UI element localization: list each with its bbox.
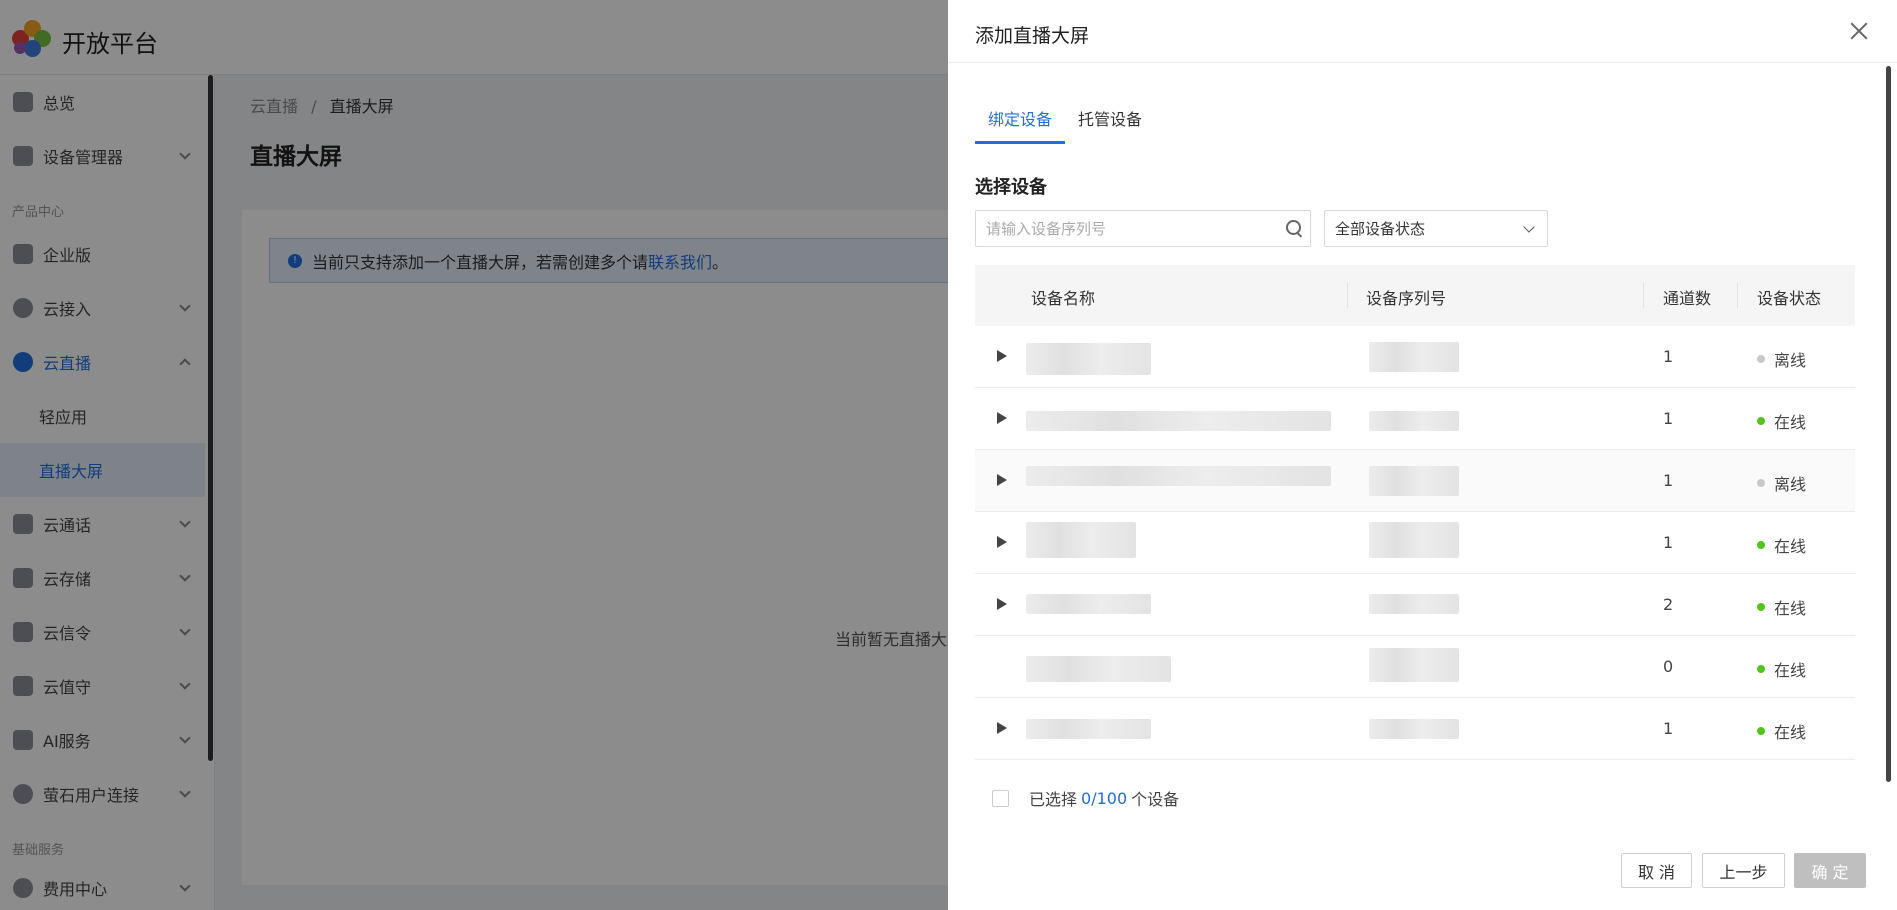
status-text: 在线 [1774,661,1807,680]
expand-arrow-icon[interactable] [997,722,1007,734]
device-status: 离线 [1757,471,1806,495]
confirm-button[interactable]: 确 定 [1794,853,1866,888]
column-divider [1347,283,1348,308]
selection-count: 0/100 [1081,788,1128,808]
table-row[interactable]: 0 在线 [975,636,1855,698]
tab-bound-devices[interactable]: 绑定设备 [975,96,1066,144]
channel-count: 0 [1663,657,1674,676]
device-status: 在线 [1757,719,1806,743]
device-status-selected: 全部设备状态 [1335,220,1426,238]
select-all-checkbox[interactable] [992,789,1009,807]
offline-dot-icon [1757,479,1765,487]
drawer-header: 添加直播大屏 [948,0,1897,63]
device-status: 在线 [1757,657,1806,681]
redacted-device-name [1026,522,1136,558]
online-dot-icon [1757,541,1765,549]
table-row[interactable]: 1 在线 [975,698,1855,760]
device-tabs: 绑定设备 托管设备 [975,96,1155,144]
cancel-button[interactable]: 取 消 [1621,853,1692,888]
channel-count: 1 [1663,409,1674,428]
column-divider [1643,283,1644,308]
selection-summary: 已选择 0/100 个设备 [992,786,1179,810]
section-title: 选择设备 [975,177,1047,198]
chevron-down-icon [1523,221,1535,233]
offline-dot-icon [1757,355,1765,363]
tab-hosted-devices[interactable]: 托管设备 [1065,96,1155,144]
redacted-serial [1369,648,1459,682]
redacted-device-name [1026,466,1331,486]
device-status: 在线 [1757,533,1806,557]
table-row[interactable]: 2 在线 [975,574,1855,636]
serial-search-field [975,210,1311,247]
expand-arrow-icon[interactable] [997,598,1007,610]
column-divider [1737,283,1738,308]
redacted-serial [1369,411,1459,431]
table-row[interactable]: 1 在线 [975,388,1855,450]
online-dot-icon [1757,727,1765,735]
status-text: 在线 [1774,599,1807,618]
redacted-device-name [1026,411,1331,431]
online-dot-icon [1757,665,1765,673]
table-row[interactable]: 1 离线 [975,450,1855,512]
expand-arrow-icon[interactable] [997,350,1007,362]
device-table: 设备名称 设备序列号 通道数 设备状态 1 离线 1 在线 1 离线 1 在线 … [975,265,1855,760]
add-live-screen-drawer: 添加直播大屏 绑定设备 托管设备 选择设备 全部设备状态 设备名称 设备序列号 … [948,0,1897,910]
previous-step-button[interactable]: 上一步 [1702,853,1785,888]
search-icon[interactable] [1286,220,1302,236]
status-text: 在线 [1774,413,1807,432]
redacted-serial [1369,594,1459,614]
expand-arrow-icon[interactable] [997,412,1007,424]
channel-count: 2 [1663,595,1674,614]
expand-arrow-icon[interactable] [997,474,1007,486]
redacted-serial [1369,719,1459,739]
channel-count: 1 [1663,347,1674,366]
channel-count: 1 [1663,533,1674,552]
redacted-serial [1369,342,1459,372]
device-status-select[interactable]: 全部设备状态 [1324,210,1548,247]
channel-count: 1 [1663,471,1674,490]
device-status: 在线 [1757,409,1806,433]
redacted-device-name [1026,656,1171,682]
expand-arrow-icon[interactable] [997,536,1007,548]
redacted-serial [1369,522,1459,558]
redacted-device-name [1026,343,1151,375]
online-dot-icon [1757,603,1765,611]
close-icon[interactable] [1848,20,1870,42]
column-header-channels: 通道数 [1663,289,1712,308]
redacted-device-name [1026,719,1151,739]
serial-search-input[interactable] [976,211,1266,246]
column-header-status: 设备状态 [1757,289,1822,308]
status-text: 离线 [1774,351,1807,370]
device-status: 在线 [1757,595,1806,619]
status-text: 在线 [1774,537,1807,556]
column-header-name: 设备名称 [1031,289,1096,308]
status-text: 在线 [1774,723,1807,742]
drawer-title: 添加直播大屏 [975,25,1090,47]
redacted-device-name [1026,594,1151,614]
status-text: 离线 [1774,475,1807,494]
column-header-serial: 设备序列号 [1366,289,1447,308]
selection-prefix: 已选择 [1029,790,1078,809]
drawer-scrollbar[interactable] [1886,66,1891,782]
table-row[interactable]: 1 离线 [975,326,1855,388]
selection-suffix: 个设备 [1131,790,1180,809]
device-status: 离线 [1757,347,1806,371]
online-dot-icon [1757,417,1765,425]
table-row[interactable]: 1 在线 [975,512,1855,574]
redacted-serial [1369,466,1459,496]
channel-count: 1 [1663,719,1674,738]
table-header: 设备名称 设备序列号 通道数 设备状态 [975,265,1855,326]
